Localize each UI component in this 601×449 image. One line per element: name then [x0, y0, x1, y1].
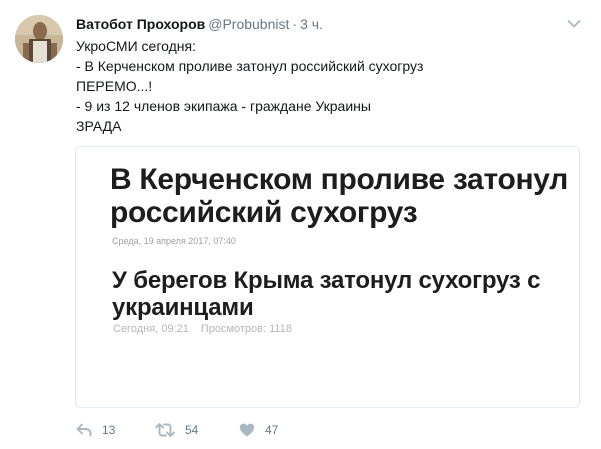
like-button[interactable]: 47 — [239, 420, 278, 440]
retweet-icon — [155, 423, 175, 437]
tweet-text-line: - В Керченском проливе затонул российски… — [76, 58, 424, 74]
author-handle[interactable]: @Probubnist — [208, 16, 289, 32]
reply-icon — [76, 423, 92, 437]
card-headline-1: В Керченском проливе затонул российский … — [110, 163, 569, 229]
chevron-down-icon[interactable] — [566, 16, 582, 32]
retweet-count: 54 — [185, 423, 199, 437]
reply-button[interactable]: 13 — [76, 420, 115, 440]
tweet-header: Ватобот Прохоров @Probubnist · 3 ч. — [76, 15, 323, 33]
author-name[interactable]: Ватобот Прохоров — [76, 16, 205, 32]
tweet-timestamp[interactable]: 3 ч. — [300, 16, 323, 32]
tweet-text-line: ПЕРЕМО...! — [76, 78, 153, 94]
avatar[interactable] — [15, 15, 63, 63]
card-meta-date: Сегодня, 09:21 — [113, 323, 189, 335]
tweet-text: УкроСМИ сегодня: - В Керченском проливе … — [76, 36, 576, 136]
tweet-text-line: ЗРАДА — [76, 118, 122, 134]
heart-icon — [239, 423, 255, 437]
tweet-text-line: - 9 из 12 членов экипажа - граждане Укра… — [76, 98, 371, 114]
separator-dot: · — [292, 16, 298, 32]
tweet-text-line: УкроСМИ сегодня: — [76, 38, 196, 54]
card-meta-views: Просмотров: 1118 — [200, 323, 292, 335]
tweet: Ватобот Прохоров @Probubnist · 3 ч. УкроСМИ… — [0, 0, 601, 449]
card-meta-1: Среда, 19 апреля 2017, 07:40 — [112, 236, 236, 246]
avatar-image — [15, 15, 63, 63]
retweet-button[interactable]: 54 — [155, 420, 198, 440]
media-card[interactable]: В Керченском проливе затонул российский … — [75, 146, 580, 408]
card-meta-2: Сегодня, 09:21 Просмотров: 1118 — [113, 323, 292, 335]
like-count: 47 — [265, 423, 279, 437]
reply-count: 13 — [102, 423, 116, 437]
card-headline-2: У берегов Крыма затонул сухогруз с украи… — [112, 267, 541, 321]
